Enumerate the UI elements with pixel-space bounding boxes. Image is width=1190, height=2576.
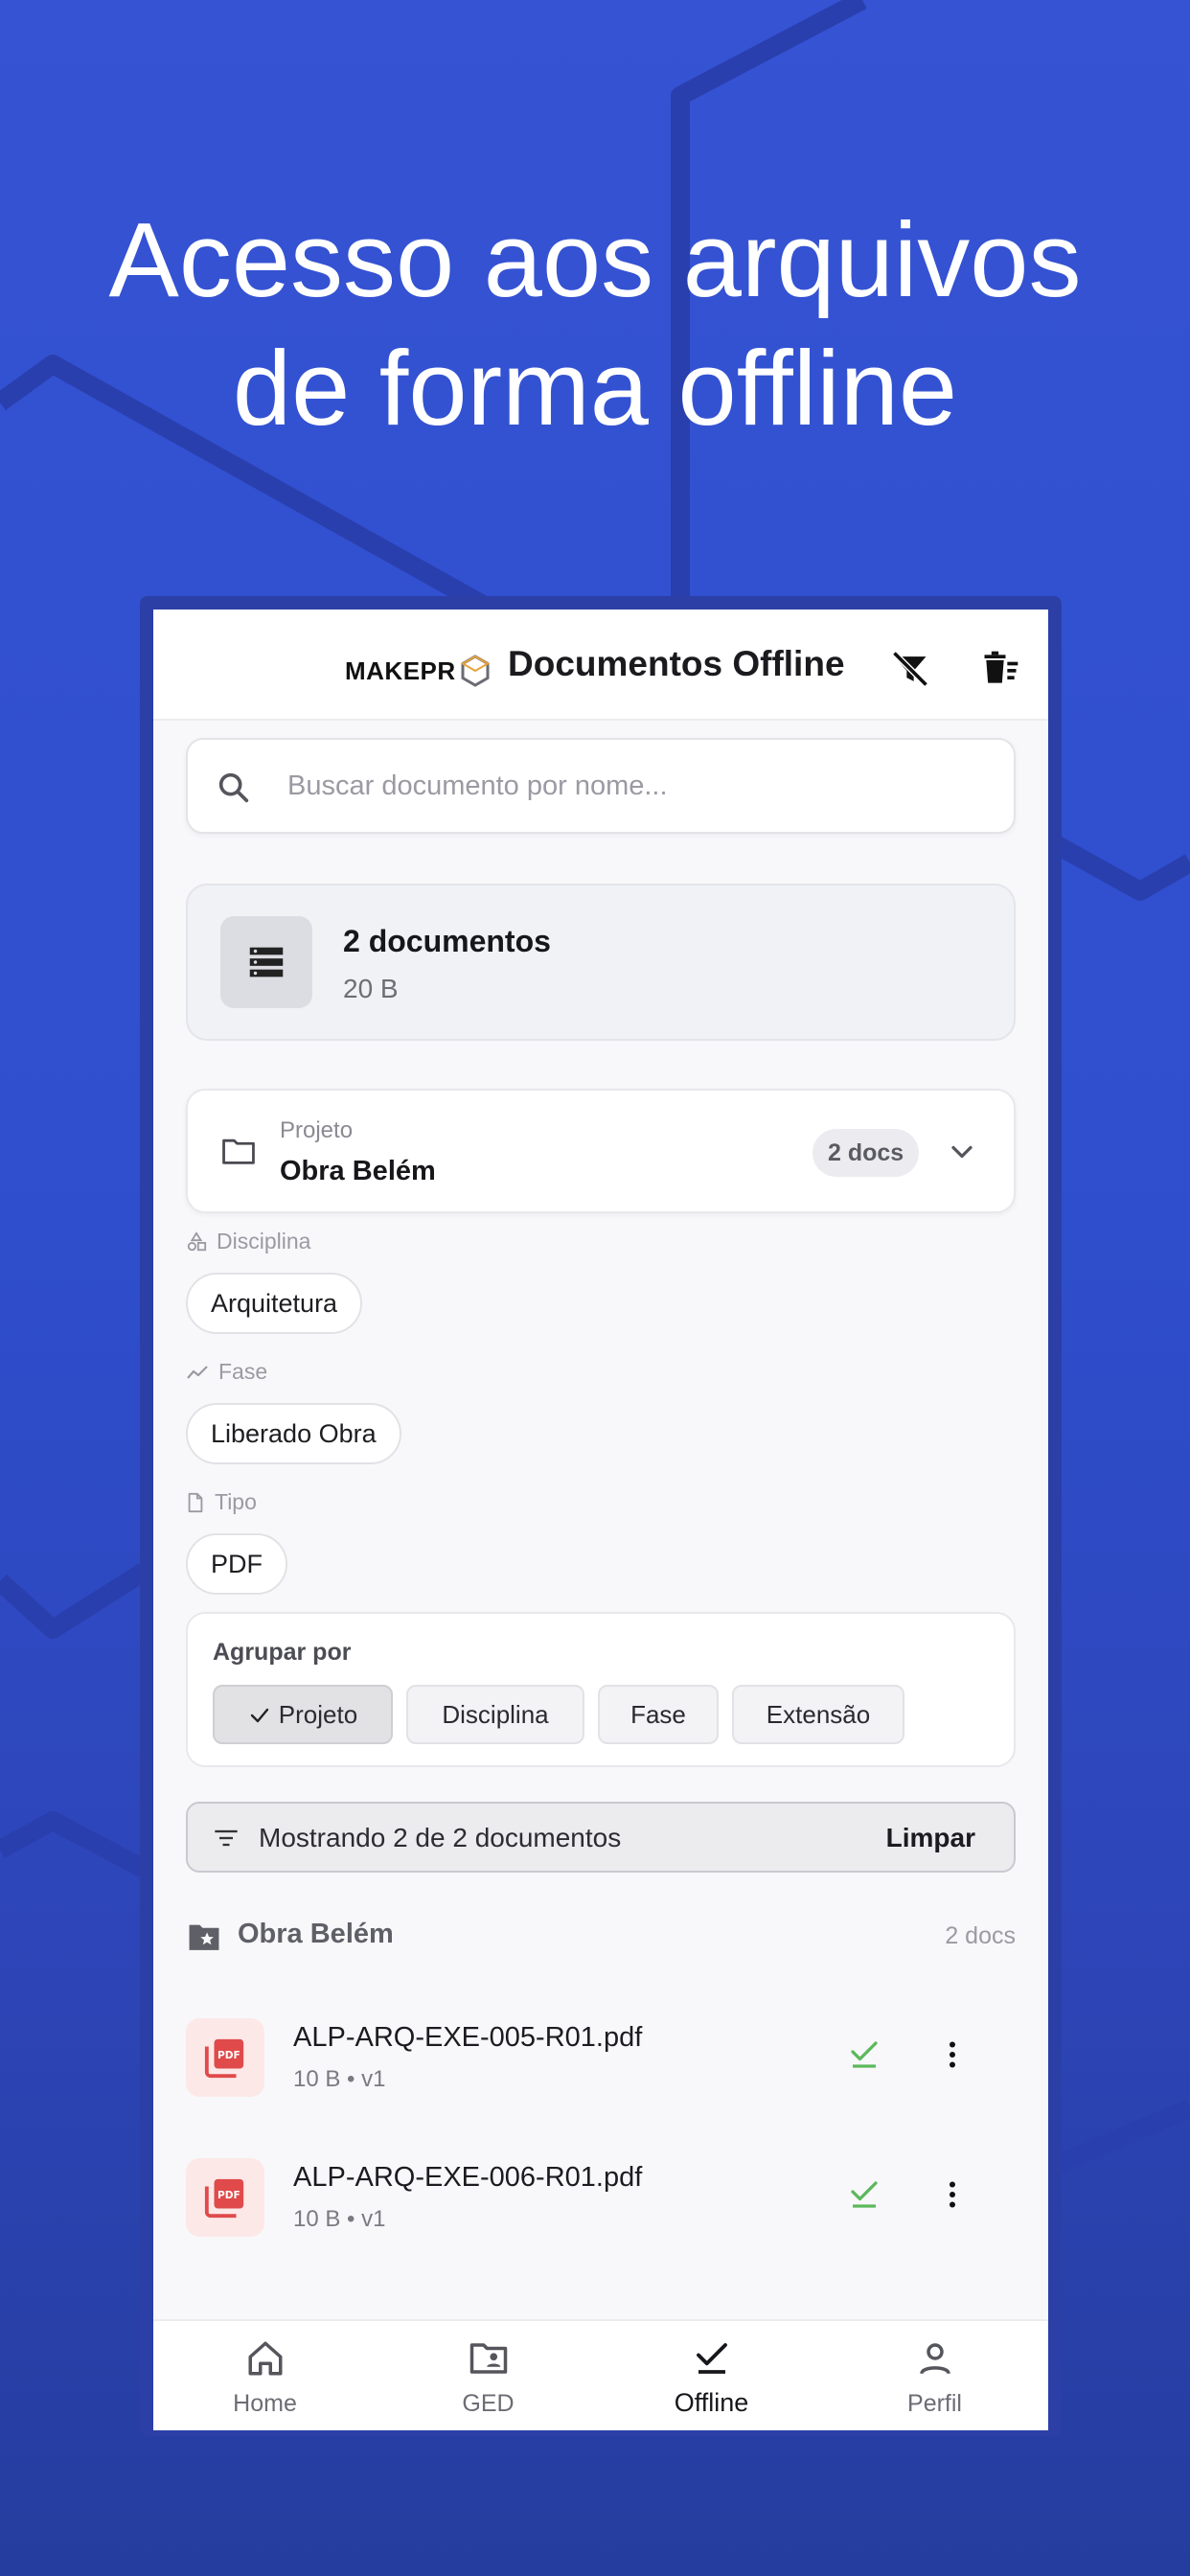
tipo-section-label: Tipo (186, 1489, 257, 1515)
app-screen: MAKEPR Documentos Offline Buscar documen… (153, 610, 1048, 2430)
chevron-down-icon[interactable] (945, 1135, 979, 1169)
chip-pdf[interactable]: PDF (186, 1533, 287, 1595)
search-field[interactable]: Buscar documento por nome... (186, 738, 1016, 834)
chip-liberado-obra[interactable]: Liberado Obra (186, 1403, 401, 1464)
file-row[interactable]: PDF ALP-ARQ-EXE-005-R01.pdf 10 B • v1 (153, 1993, 1048, 2118)
disciplina-section-label: Disciplina (186, 1229, 310, 1254)
nav-item-home[interactable]: Home (153, 2321, 377, 2430)
project-doc-count-badge: 2 docs (812, 1129, 920, 1177)
group-count: 2 docs (945, 1922, 1016, 1949)
group-title: Obra Belém (238, 1919, 394, 1949)
file-meta: 10 B • v1 (293, 2066, 386, 2092)
groupby-option-label: Projeto (278, 1700, 358, 1729)
project-label: Projeto (280, 1117, 354, 1143)
page-title: Documentos Offline (508, 644, 845, 683)
nav-item-ged[interactable]: GED (377, 2321, 600, 2430)
shapes-icon (187, 1230, 207, 1251)
check-icon (250, 1708, 268, 1723)
filter-list-icon (215, 1829, 238, 1847)
group-by-card: Agrupar por Projeto Disciplina Fase Exte… (186, 1612, 1016, 1767)
headline-line-2: de forma offline (232, 330, 958, 448)
filter-off-icon[interactable] (889, 648, 931, 690)
fase-label-text: Fase (218, 1359, 268, 1384)
storage-icon (249, 947, 284, 978)
pdf-file-icon-tile: PDF (186, 2158, 264, 2237)
nav-label-home: Home (233, 2390, 297, 2417)
groupby-option-disciplina[interactable]: Disciplina (406, 1685, 584, 1744)
file-meta: 10 B • v1 (293, 2206, 386, 2232)
groupby-option-fase[interactable]: Fase (598, 1685, 719, 1744)
trending-icon (187, 1365, 208, 1379)
home-icon (248, 2341, 283, 2376)
headline-line-1: Acesso aos arquivos (108, 201, 1082, 319)
folder-star-icon (189, 1924, 219, 1950)
clear-filters-button[interactable]: Limpar (886, 1823, 975, 1853)
more-vert-icon[interactable] (935, 2036, 970, 2074)
file-icon (188, 1492, 203, 1512)
nav-label-perfil: Perfil (907, 2390, 962, 2417)
group-by-title: Agrupar por (213, 1639, 352, 1666)
disciplina-label-text: Disciplina (217, 1229, 311, 1254)
logo-text: MAKEPR (345, 656, 456, 685)
folder-icon (222, 1138, 255, 1164)
nav-label-ged: GED (462, 2390, 515, 2417)
promo-headline: Acesso aos arquivos de forma offline (0, 196, 1190, 453)
app-bar: MAKEPR Documentos Offline (153, 610, 1048, 721)
svg-text:PDF: PDF (217, 2190, 240, 2201)
pdf-file-icon-tile: PDF (186, 2018, 264, 2097)
results-bar: Mostrando 2 de 2 documentos Limpar (186, 1802, 1016, 1873)
search-placeholder: Buscar documento por nome... (287, 770, 668, 801)
hexagon-logo-icon (460, 655, 490, 687)
results-count-text: Mostrando 2 de 2 documentos (259, 1823, 622, 1852)
delete-sweep-icon[interactable] (979, 648, 1021, 690)
fase-section-label: Fase (186, 1359, 267, 1385)
bottom-navigation: Home GED Offline Perfil (153, 2319, 1048, 2430)
total-size: 20 B (343, 974, 399, 1003)
file-name: ALP-ARQ-EXE-005-R01.pdf (293, 2022, 643, 2053)
check-underline-icon (697, 2343, 727, 2374)
offline-available-check-icon (851, 2041, 878, 2068)
file-name: ALP-ARQ-EXE-006-R01.pdf (293, 2162, 643, 2193)
nav-item-offline[interactable]: Offline (600, 2321, 823, 2430)
makepro-logo: MAKEPR (345, 652, 491, 690)
person-icon (920, 2343, 950, 2375)
pdf-icon: PDF (204, 2178, 244, 2219)
svg-text:PDF: PDF (217, 2050, 240, 2061)
search-icon (218, 772, 249, 803)
nav-label-offline: Offline (674, 2388, 749, 2417)
more-vert-icon[interactable] (935, 2175, 970, 2214)
groupby-option-projeto[interactable]: Projeto (213, 1685, 393, 1744)
file-row[interactable]: PDF ALP-ARQ-EXE-006-R01.pdf 10 B • v1 (153, 2133, 1048, 2258)
documents-summary-card: 2 documentos 20 B (186, 884, 1016, 1041)
offline-available-check-icon (851, 2181, 878, 2208)
project-selector[interactable]: Projeto Obra Belém 2 docs (186, 1089, 1016, 1213)
tipo-label-text: Tipo (215, 1489, 257, 1514)
groupby-option-extensao[interactable]: Extensão (732, 1685, 904, 1744)
document-count: 2 documentos (343, 924, 551, 958)
nav-item-perfil[interactable]: Perfil (823, 2321, 1046, 2430)
project-value: Obra Belém (280, 1156, 436, 1186)
pdf-icon: PDF (204, 2038, 244, 2079)
folder-account-icon (469, 2343, 508, 2374)
chip-arquitetura[interactable]: Arquitetura (186, 1273, 363, 1334)
storage-icon-tile (220, 916, 312, 1008)
